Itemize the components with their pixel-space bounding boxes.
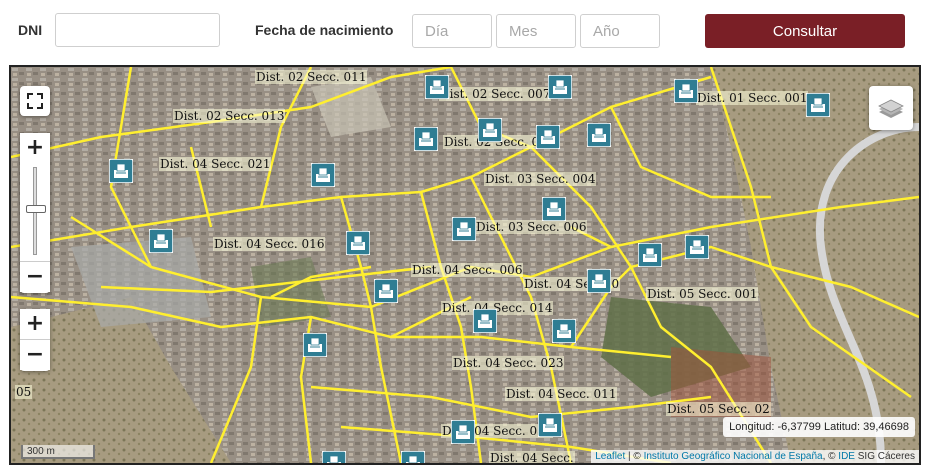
ballot-box-marker[interactable] [149, 229, 173, 253]
polling-markers [11, 67, 919, 463]
zoom-in-button[interactable]: + [20, 133, 50, 163]
map-attribution: Leaflet | © Instituto Geográfico Naciona… [591, 450, 919, 463]
consultar-button[interactable]: Consultar [705, 14, 905, 48]
zoom-out-button-2[interactable]: − [20, 340, 50, 370]
ballot-box-marker[interactable] [311, 163, 335, 187]
attribution-tail: SIG Cáceres [854, 451, 915, 462]
map-container[interactable]: Dist. 02 Secc. 011 Dist. 02 Secc. 007 Di… [9, 65, 921, 465]
ballot-box-marker[interactable] [303, 333, 327, 357]
ide-link[interactable]: IDE [838, 451, 855, 462]
ballot-box-marker[interactable] [548, 75, 572, 99]
leaflet-link[interactable]: Leaflet [595, 451, 625, 462]
zoom-out-button[interactable]: − [20, 261, 50, 292]
ballot-box-marker[interactable] [322, 451, 346, 465]
birth-date-label: Fecha de nacimiento [255, 22, 394, 38]
scale-bar: 300 m [21, 445, 95, 459]
attribution-mid: , © [822, 451, 839, 462]
zoom-slider-control: + − [20, 133, 50, 293]
ign-link[interactable]: Instituto Geográfico Nacional de España [644, 451, 823, 462]
zoom-control: + − [20, 309, 50, 371]
day-input[interactable] [412, 14, 492, 48]
dni-input[interactable] [55, 13, 220, 47]
ballot-box-marker[interactable] [685, 235, 709, 259]
fullscreen-icon[interactable] [20, 86, 50, 116]
zoom-slider-knob[interactable] [26, 205, 46, 213]
ballot-box-marker[interactable] [473, 309, 497, 333]
ballot-box-marker[interactable] [587, 269, 611, 293]
layers-icon[interactable] [869, 86, 913, 130]
ballot-box-marker[interactable] [451, 420, 475, 444]
ballot-box-marker[interactable] [478, 118, 502, 142]
fullscreen-control[interactable] [20, 86, 50, 116]
ballot-box-marker[interactable] [538, 413, 562, 437]
month-input[interactable] [496, 14, 576, 48]
ballot-box-marker[interactable] [425, 75, 449, 99]
ballot-box-marker[interactable] [452, 217, 476, 241]
dni-label: DNI [18, 22, 43, 38]
ballot-box-marker[interactable] [374, 279, 398, 303]
ballot-box-marker[interactable] [674, 79, 698, 103]
zoom-in-button-2[interactable]: + [20, 309, 50, 340]
ballot-box-marker[interactable] [587, 123, 611, 147]
ballot-box-marker[interactable] [638, 243, 662, 267]
ballot-box-marker[interactable] [109, 159, 133, 183]
year-input[interactable] [580, 14, 660, 48]
ballot-box-marker[interactable] [401, 451, 425, 465]
ballot-box-marker[interactable] [552, 319, 576, 343]
coordinates-readout: Longitud: -6,37799 Latitud: 39,46698 [723, 417, 915, 437]
ballot-box-marker[interactable] [542, 197, 566, 221]
ballot-box-marker[interactable] [414, 127, 438, 151]
ballot-box-marker[interactable] [806, 93, 830, 117]
ballot-box-marker[interactable] [346, 231, 370, 255]
layers-control[interactable] [869, 86, 913, 130]
attribution-sep: | © [625, 451, 644, 462]
ballot-box-marker[interactable] [536, 125, 560, 149]
